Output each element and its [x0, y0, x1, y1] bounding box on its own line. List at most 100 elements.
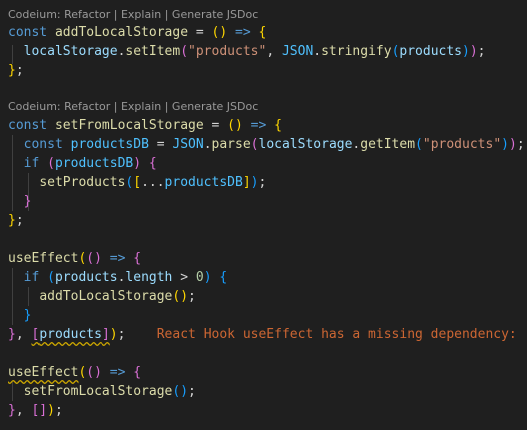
code-line[interactable]: addToLocalStorage(); [8, 287, 196, 306]
punct: ; [477, 44, 486, 59]
punct: ; [117, 327, 126, 342]
paren: ( [47, 270, 55, 285]
punct: , [15, 403, 32, 418]
code-line[interactable]: }; [8, 211, 24, 230]
paren: () [211, 25, 228, 40]
warning-squiggle[interactable]: [products] [31, 327, 109, 342]
identifier: products [399, 44, 463, 59]
operator: = [188, 25, 212, 40]
paren: ) [462, 44, 470, 59]
paren: ) [203, 270, 212, 285]
keyword: const [8, 118, 48, 133]
arrow: => [242, 118, 275, 133]
paren: ) [469, 44, 478, 59]
codelens-actions[interactable]: Codeium: Refactor | Explain | Generate J… [8, 7, 258, 23]
function-name: setFromLocalStorage [54, 118, 204, 133]
arrow: => [101, 251, 134, 266]
keyword: if [23, 270, 40, 285]
code-line[interactable]: }; [8, 61, 24, 80]
arrow: => [227, 25, 259, 40]
method: getItem [360, 137, 416, 152]
brace: { [258, 25, 267, 40]
paren: () [227, 118, 243, 133]
paren: () [86, 365, 102, 380]
brace: } [8, 63, 16, 78]
paren: ) [508, 137, 517, 152]
function-call: useEffect [8, 251, 79, 266]
identifier: productsDB [164, 175, 243, 190]
code-line[interactable]: const setFromLocalStorage = () => { [8, 116, 282, 135]
paren: ) [133, 156, 142, 171]
code-line[interactable]: setProducts([...productsDB]); [8, 173, 266, 192]
brace: { [274, 118, 282, 133]
function-name: addToLocalStorage [54, 25, 189, 40]
keyword: const [23, 137, 63, 152]
code-line[interactable]: const addToLocalStorage = () => { [8, 23, 266, 42]
function-call: setFromLocalStorage [23, 384, 173, 399]
method: parse [211, 137, 251, 152]
code-line[interactable]: if (productsDB) { [8, 154, 157, 173]
code-line[interactable]: } [8, 192, 32, 211]
identifier: localStorage [258, 137, 353, 152]
string: "products" [188, 44, 267, 59]
punct: ; [516, 137, 525, 152]
punct: ; [188, 289, 196, 304]
brace: { [148, 156, 157, 171]
code-line[interactable]: } [8, 306, 32, 325]
function-call: setProducts [39, 175, 126, 190]
spread: ... [141, 175, 165, 190]
paren: () [86, 251, 102, 266]
brace: } [8, 327, 16, 342]
code-line[interactable]: setFromLocalStorage(); [8, 382, 196, 401]
identifier: products [39, 327, 102, 342]
brace: } [23, 308, 32, 323]
function-call: useEffect [8, 365, 79, 380]
method: stringify [321, 44, 392, 59]
identifier: localStorage [23, 44, 118, 59]
paren: ) [47, 403, 55, 418]
identifier: JSON [281, 44, 314, 59]
keyword: const [8, 25, 48, 40]
code-line[interactable]: useEffect(() => { [8, 363, 141, 382]
paren: ) [109, 327, 118, 342]
punct: . [313, 44, 322, 59]
property: length [125, 270, 173, 285]
punct: , [15, 327, 32, 342]
codelens-actions[interactable]: Codeium: Refactor | Explain | Generate J… [8, 99, 258, 115]
punct: . [203, 137, 212, 152]
bracket: [ [133, 175, 142, 190]
keyword: if [23, 156, 40, 171]
paren: ( [415, 137, 423, 152]
brace: { [133, 251, 142, 266]
bracket: ] [101, 327, 110, 342]
arrow: => [101, 365, 134, 380]
method: setItem [125, 44, 181, 59]
paren: () [172, 384, 189, 399]
operator: = [148, 137, 173, 152]
paren: ( [250, 137, 259, 152]
paren: ( [47, 156, 55, 171]
brace: } [23, 194, 32, 209]
code-line[interactable]: if (products.length > 0) { [8, 268, 228, 287]
code-editor[interactable]: Codeium: Refactor | Explain | Generate J… [0, 0, 527, 430]
identifier: products [54, 270, 118, 285]
code-line[interactable]: useEffect(() => { [8, 249, 141, 268]
punct: ; [15, 213, 24, 228]
brace: } [8, 213, 16, 228]
identifier: JSON [172, 137, 204, 152]
code-line[interactable]: localStorage.setItem("products", JSON.st… [8, 42, 486, 61]
brace: } [8, 403, 16, 418]
operator: > [172, 270, 196, 285]
punct: , [266, 44, 282, 59]
code-line[interactable]: const productsDB = JSON.parse(localStora… [8, 135, 525, 154]
identifier: productsDB [54, 156, 134, 171]
bracket: ] [242, 175, 251, 190]
paren: ( [180, 44, 189, 59]
identifier: productsDB [70, 137, 149, 152]
bracket: [] [31, 403, 48, 418]
punct: ; [258, 175, 267, 190]
code-line[interactable]: }, [products]); React Hook useEffect has… [8, 325, 527, 344]
function-call: addToLocalStorage [39, 289, 173, 304]
inline-warning-message[interactable]: React Hook useEffect has a missing depen… [157, 327, 527, 342]
code-line[interactable]: }, []); [8, 401, 63, 420]
